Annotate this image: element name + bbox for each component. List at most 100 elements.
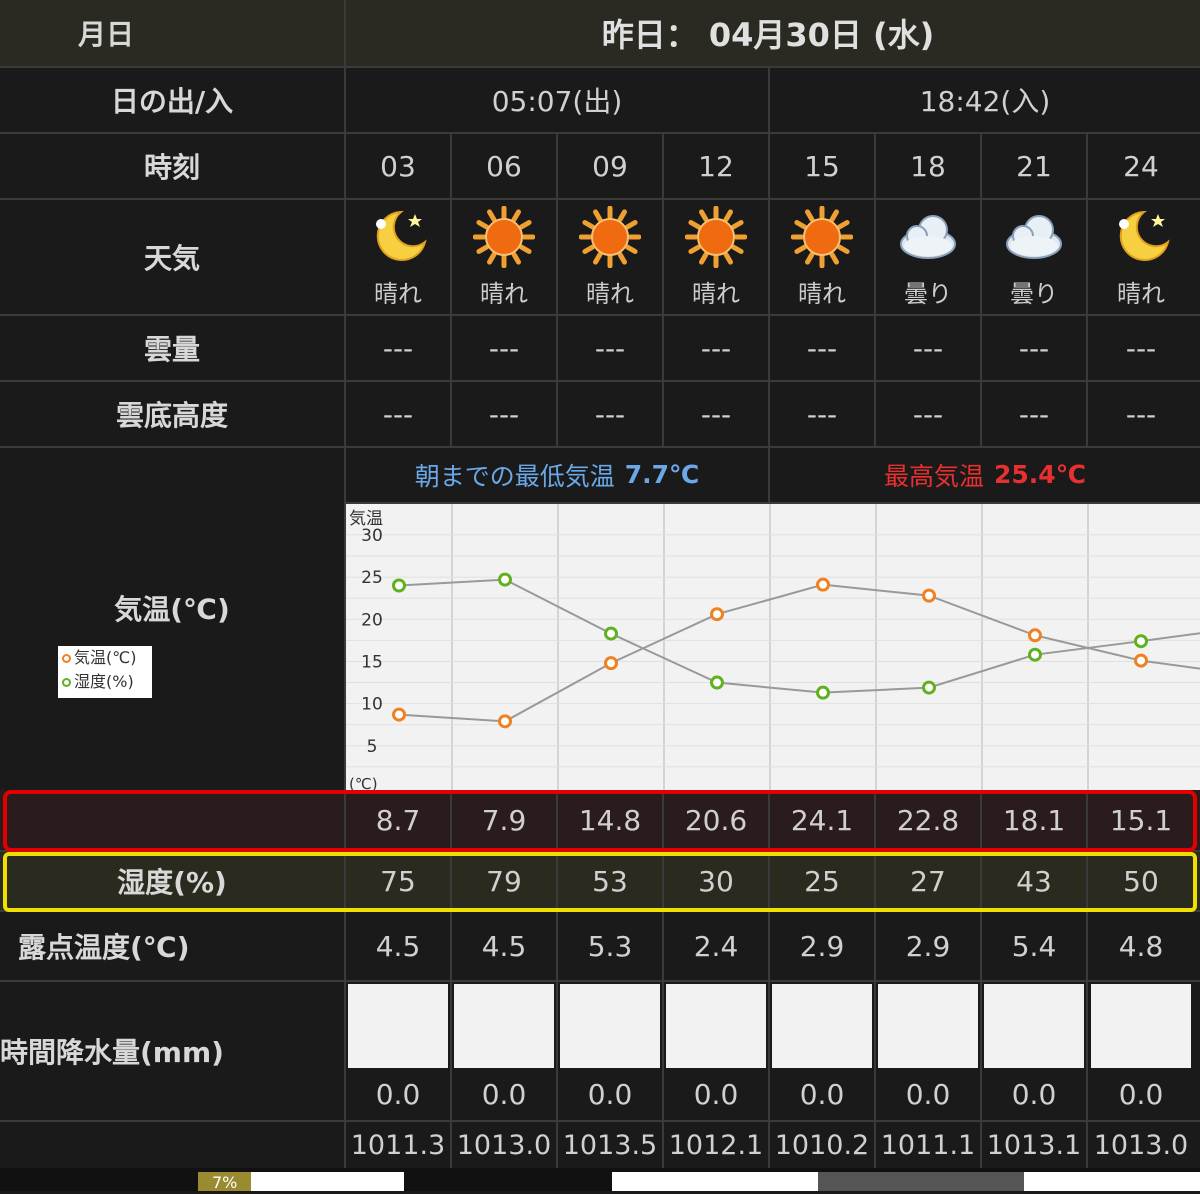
series-point-temp [1134,653,1148,668]
sun-icon [579,205,641,268]
weather-text: 晴れ [480,279,528,308]
series-point-humidity [922,680,936,695]
series-point-humidity [392,578,406,593]
dewpoint-value-cell: 2.9 [770,912,876,980]
pressure-value-cell: 1013.1 [982,1122,1088,1168]
time-cell: 21 [982,134,1088,198]
cloud-base-cell: --- [982,382,1088,446]
humidity-value-cell: 50 [1123,864,1159,898]
temp-value-cell: 15.1 [1109,803,1173,837]
dewpoint-label: 露点温度(℃) [0,912,346,980]
series-point-humidity [1134,633,1148,648]
legend-temp-text: 気温(℃) [74,648,137,667]
temp-marker-icon [62,654,71,663]
time-cell: 09 [558,134,664,198]
series-point-temp [1028,627,1042,642]
weather-text: 晴れ [374,279,422,308]
cloud-amount-cell: --- [346,316,452,380]
temp-values-row: 8.7 7.9 14.8 20.6 24.1 22.8 18.1 15.1 [0,790,1200,852]
pressure-value-cell: 1011.1 [876,1122,982,1168]
humidity-value-cell: 53 [558,852,664,910]
precip-cell: 0.0 [770,982,876,1120]
bottom-badge: 7% [198,1172,404,1192]
precip-label: 時間降水量(mm) [0,982,346,1120]
humidity-value-cell: 30 [664,852,770,910]
series-point-temp [816,577,830,592]
pressure-value-cell: 1013.5 [558,1122,664,1168]
weather-cell: 晴れ [770,200,876,314]
weather-cell: 晴れ [452,200,558,314]
cloud-amount-cell: --- [1125,331,1157,365]
precip-value: 0.0 [1011,1078,1057,1111]
y-tick-label: 20 [361,610,383,630]
min-temp-label: 朝までの最低気温 [414,461,615,491]
date-value: 昨日： 04月30日 (水) [601,16,935,54]
temp-value-cell: 20.6 [664,790,770,850]
temp-label-text: 気温(℃) [114,593,230,626]
max-temp-label: 最高気温 [884,461,985,491]
humidity-value-cell: 75 [346,852,452,910]
precip-value: 0.0 [375,1078,421,1111]
temperature-humidity-chart: 51015202530気温(℃) [346,503,1200,790]
temp-value-cell: 24.1 [770,790,876,850]
legend-item-temp: 気温(℃) [62,646,152,670]
y-tick-label: 15 [361,652,383,672]
sun-row: 日の出/入 05:07(出) 18:42(入) [0,68,1200,134]
weather-text: 晴れ [798,279,846,308]
dewpoint-row: 露点温度(℃) 4.5 4.5 5.3 2.4 2.9 2.9 5.4 4.8 [0,912,1200,982]
time-label: 時刻 [0,134,346,198]
humidity-value-cell: 79 [452,852,558,910]
cloud-base-label: 雲底高度 [0,382,346,446]
cloud-amount-label: 雲量 [0,316,346,380]
min-temp-cell: 朝までの最低気温 7.7℃ [346,448,770,502]
pressure-value-cell: 1011.3 [346,1122,452,1168]
series-point-humidity [604,626,618,641]
weather-cell: 曇り [982,200,1088,314]
time-cell: 03 [346,134,452,198]
cloud-base-cell: --- [770,382,876,446]
cloud-amount-cell: --- [664,316,770,380]
weather-cell: 晴れ [664,200,770,314]
precip-row: 時間降水量(mm) 0.0 0.0 0.0 0.0 0.0 0.0 0.0 0.0 [0,982,1200,1122]
precip-cell: 0.0 [452,982,558,1120]
time-row: 時刻 03 06 09 12 15 18 21 24 [0,134,1200,200]
pressure-value-cell: 1010.2 [770,1122,876,1168]
humidity-value-cell: 43 [982,852,1088,910]
cloud-amount-cell: --- [982,316,1088,380]
humidity-row: 湿度(%) 75 79 53 30 25 27 43 50 [0,852,1200,912]
cloud-icon [897,206,959,268]
pressure-label [0,1122,346,1168]
series-point-humidity [1028,647,1042,662]
cloud-base-cell: --- [452,382,558,446]
humidity-label: 湿度(%) [0,852,346,910]
sun-icon [473,205,535,268]
time-cell: 06 [452,134,558,198]
series-point-humidity [498,572,512,587]
weather-text: 晴れ [692,279,740,308]
precip-value: 0.0 [587,1078,633,1111]
weather-cell: 晴れ [1088,200,1194,314]
temp-value-cell: 7.9 [452,790,558,850]
weather-text: 曇り [904,279,952,308]
precip-bar-area [984,984,1084,1068]
bottom-panel-1 [612,1172,818,1191]
dewpoint-value-cell: 4.5 [346,912,452,980]
y-axis-unit: (℃) [349,775,378,790]
time-cell: 15 [770,134,876,198]
precip-cell: 0.0 [876,982,982,1120]
chart-legend: 気温(℃) 湿度(%) [58,646,152,698]
legend-humidity-text: 湿度(%) [74,672,134,691]
bottom-badge-text: 7% [198,1172,252,1192]
temp-label: 気温(℃) [0,448,346,790]
y-tick-label: 10 [361,694,383,714]
moon-clear-icon [367,206,429,268]
weather-row: 天気 晴れ 晴れ 晴れ 晴れ 晴れ 曇り 曇り 晴れ [0,200,1200,316]
weather-text: 曇り [1010,279,1058,308]
sunset-cell: 18:42(入) [919,85,1051,118]
sun-icon [685,205,747,268]
temp-value-cell: 8.7 [346,790,452,850]
dewpoint-value-cell: 2.9 [876,912,982,980]
precip-bar-area [1091,984,1191,1068]
date-label: 月日 [0,0,346,66]
precip-value: 0.0 [1118,1078,1164,1111]
